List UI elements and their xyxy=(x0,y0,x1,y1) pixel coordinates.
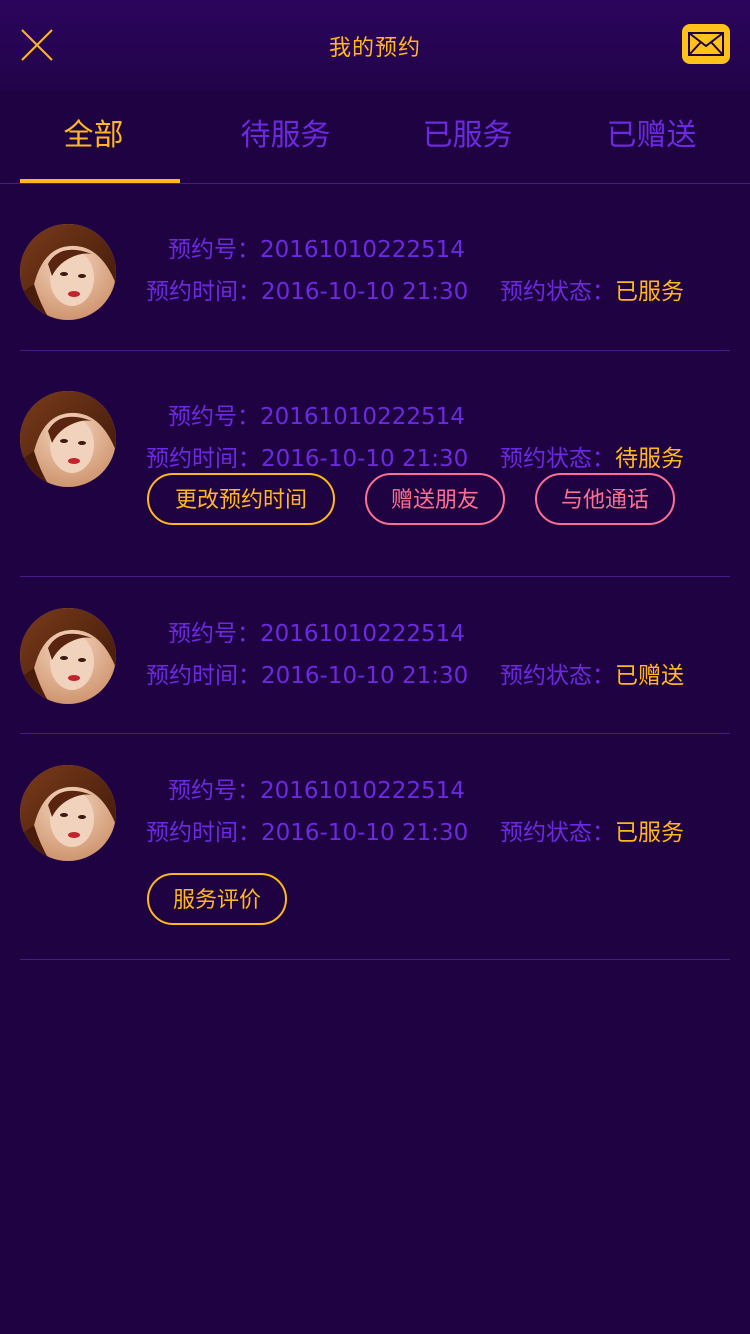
avatar xyxy=(20,765,116,861)
booking-time-row: 预约时间：2016-10-10 21:30 xyxy=(146,820,469,846)
booking-number-row: 预约号：20161010222514 xyxy=(168,404,465,430)
booking-number: 20161010222514 xyxy=(260,621,465,647)
booking-number-row: 预约号：20161010222514 xyxy=(168,621,465,647)
booking-time: 2016-10-10 21:30 xyxy=(261,446,469,472)
list-item[interactable]: 预约号：20161010222514 预约时间：2016-10-10 21:30… xyxy=(20,351,730,577)
tab-all[interactable]: 全部 xyxy=(0,90,187,183)
booking-time: 2016-10-10 21:30 xyxy=(261,663,469,689)
list-item[interactable]: 预约号：20161010222514 预约时间：2016-10-10 21:30… xyxy=(20,577,730,734)
change-time-button[interactable]: 更改预约时间 xyxy=(147,473,335,525)
tab-served[interactable]: 已服务 xyxy=(374,90,561,183)
booking-time-row: 预约时间：2016-10-10 21:30 xyxy=(146,279,469,305)
avatar xyxy=(20,391,116,487)
booking-number: 20161010222514 xyxy=(260,237,465,263)
tab-pending[interactable]: 待服务 xyxy=(192,90,379,183)
tab-bar: 全部 待服务 已服务 已赠送 xyxy=(0,90,750,184)
tab-gifted[interactable]: 已赠送 xyxy=(558,90,745,183)
top-bar: 我的预约 xyxy=(0,0,750,90)
status-badge: 已服务 xyxy=(615,279,684,305)
booking-status-row: 预约状态：已服务 xyxy=(500,820,684,846)
status-badge: 已赠送 xyxy=(615,663,684,689)
avatar xyxy=(20,224,116,320)
booking-number: 20161010222514 xyxy=(260,404,465,430)
booking-number-row: 预约号：20161010222514 xyxy=(168,778,465,804)
booking-list: 预约号：20161010222514 预约时间：2016-10-10 21:30… xyxy=(20,184,730,960)
booking-time: 2016-10-10 21:30 xyxy=(261,820,469,846)
mail-icon[interactable] xyxy=(682,24,730,64)
booking-status-row: 预约状态：已服务 xyxy=(500,279,684,305)
page-title: 我的预约 xyxy=(328,36,421,61)
booking-status-row: 预约状态：已赠送 xyxy=(500,663,684,689)
booking-time-row: 预约时间：2016-10-10 21:30 xyxy=(146,663,469,689)
booking-status-row: 预约状态：待服务 xyxy=(500,446,684,472)
booking-time: 2016-10-10 21:30 xyxy=(261,279,469,305)
booking-number-row: 预约号：20161010222514 xyxy=(168,237,465,263)
active-tab-indicator xyxy=(20,179,180,183)
status-badge: 已服务 xyxy=(615,820,684,846)
avatar xyxy=(20,608,116,704)
gift-friend-button[interactable]: 赠送朋友 xyxy=(365,473,505,525)
booking-number: 20161010222514 xyxy=(260,778,465,804)
status-badge: 待服务 xyxy=(615,446,684,472)
rate-service-button[interactable]: 服务评价 xyxy=(147,873,287,925)
booking-time-row: 预约时间：2016-10-10 21:30 xyxy=(146,446,469,472)
list-item[interactable]: 预约号：20161010222514 预约时间：2016-10-10 21:30… xyxy=(20,734,730,960)
call-button[interactable]: 与他通话 xyxy=(535,473,675,525)
list-item[interactable]: 预约号：20161010222514 预约时间：2016-10-10 21:30… xyxy=(20,184,730,351)
